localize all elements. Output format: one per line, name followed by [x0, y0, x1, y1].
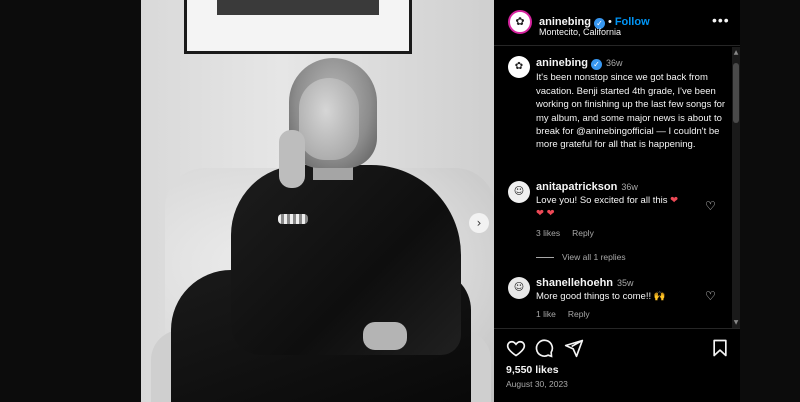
post-photo [141, 0, 494, 402]
wall-frame [184, 0, 412, 54]
comment-reply-button[interactable]: Reply [568, 309, 590, 319]
comment-item: anitapatrickson 36w Love you! So excited … [536, 181, 706, 220]
comment-avatar[interactable]: ☺ [508, 181, 530, 203]
comment-avatar-icon: ☺ [513, 186, 525, 197]
caption-username[interactable]: aninebing [536, 57, 588, 69]
person-face [299, 78, 359, 160]
likes-count[interactable]: 9,550 likes [506, 364, 559, 376]
comment-likes[interactable]: 1 like [536, 309, 556, 319]
comment-like-icon[interactable]: ♡ [705, 289, 716, 303]
comment-reply-button[interactable]: Reply [572, 228, 594, 238]
share-icon[interactable] [564, 338, 584, 358]
person-hand [279, 130, 305, 188]
comment-avatar[interactable]: ☺ [508, 277, 530, 299]
comment-meta: 1 like Reply [536, 309, 602, 319]
comment-time: 36w [621, 182, 638, 192]
comment-username[interactable]: anitapatrickson [536, 181, 617, 193]
comments-list: ✿ aninebing ✓ 36w It's been nonstop since … [494, 47, 732, 328]
comment-item: shanellehoehn 35w More good things to com… [536, 277, 706, 303]
bookmark-icon[interactable] [710, 338, 730, 358]
scroll-thumb[interactable] [733, 63, 739, 123]
post-header: ✿ aninebing ✓ • Follow Montecito, Californi… [494, 0, 740, 46]
comment-text: Love you! So excited for all this [536, 195, 671, 206]
comment-text-line: Love you! So excited for all this ❤ ❤ ❤ [536, 194, 706, 220]
caption-time: 36w [605, 58, 623, 68]
comment-avatar-icon: ☺ [513, 282, 525, 293]
post-date[interactable]: August 30, 2023 [506, 379, 568, 389]
post-side-panel: ✿ aninebing ✓ • Follow Montecito, Californi… [494, 0, 740, 402]
post-caption: aninebing ✓ 36w It's been nonstop since we… [536, 57, 730, 152]
more-options-icon[interactable]: ••• [712, 12, 730, 28]
post-location[interactable]: Montecito, California [539, 27, 621, 37]
comment-icon[interactable] [534, 338, 554, 358]
caption-text: It's been nonstop since we got back from… [536, 72, 726, 151]
post-actions: 9,550 likes August 30, 2023 [494, 328, 740, 402]
caption-avatar-icon: ✿ [514, 61, 524, 72]
comment-like-icon[interactable]: ♡ [705, 199, 716, 213]
author-avatar[interactable]: ✿ [508, 10, 532, 34]
person-hand-lower [363, 322, 407, 350]
author-avatar-icon: ✿ [515, 15, 525, 28]
heart-icon[interactable] [506, 338, 526, 358]
comment-likes[interactable]: 3 likes [536, 228, 560, 238]
scroll-down-icon[interactable]: ▼ [732, 319, 740, 326]
comment-text: More good things to come!! 🙌 [536, 291, 666, 302]
person-body [231, 165, 461, 355]
caption-verified-icon: ✓ [590, 59, 602, 70]
bracelet [278, 214, 308, 224]
view-replies-button[interactable]: View all 1 replies [536, 252, 626, 262]
comment-meta: 3 likes Reply [536, 228, 606, 238]
next-photo-button[interactable]: › [469, 213, 489, 233]
scroll-up-icon[interactable]: ▲ [732, 49, 740, 56]
comment-username[interactable]: shanellehoehn [536, 277, 613, 289]
caption-avatar[interactable]: ✿ [508, 56, 530, 78]
comment-time: 35w [617, 278, 634, 288]
comments-scrollbar[interactable]: ▲ ▼ [732, 47, 740, 328]
